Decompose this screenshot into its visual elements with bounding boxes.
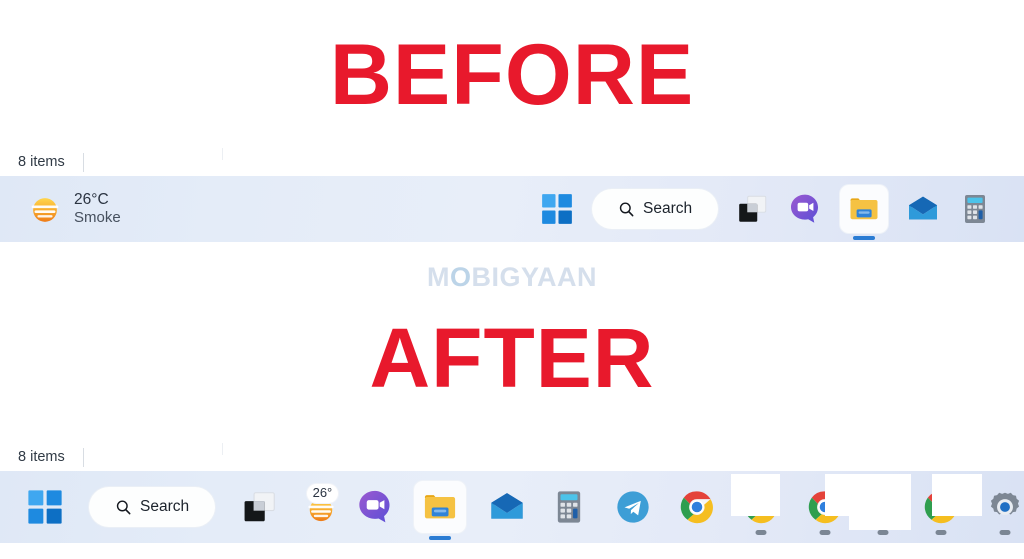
- running-indicator: [935, 530, 947, 535]
- chat-button[interactable]: [788, 192, 822, 226]
- search-pill[interactable]: Search: [592, 189, 719, 229]
- settings-button[interactable]: [986, 488, 1024, 535]
- calculator-button[interactable]: [550, 488, 588, 526]
- weather-widget-before[interactable]: 26°C Smoke: [26, 190, 121, 228]
- item-count-label-before: 8 items: [18, 154, 65, 170]
- chat-teams-icon: [359, 490, 390, 523]
- mail-icon: [909, 196, 938, 220]
- sun-haze-icon: [31, 198, 59, 222]
- search-icon: [619, 201, 634, 216]
- redaction-box-1: [731, 474, 780, 516]
- search-label: Search: [643, 200, 693, 217]
- weather-text-block: 26°C Smoke: [74, 191, 121, 227]
- running-indicator: [819, 530, 831, 535]
- mail-button[interactable]: [488, 488, 526, 526]
- taskbar-before[interactable]: 26°C Smoke Search: [0, 176, 1024, 242]
- active-indicator: [853, 235, 876, 240]
- status-tick: [222, 443, 223, 455]
- start-button[interactable]: [26, 488, 64, 526]
- taskbar-before-cluster: Search: [540, 176, 992, 242]
- search-icon: [116, 499, 131, 514]
- task-view-icon: [739, 195, 767, 222]
- file-explorer-button[interactable]: [414, 481, 467, 540]
- file-explorer-button[interactable]: [840, 185, 889, 240]
- windows-logo-icon: [542, 194, 572, 224]
- chat-teams-icon: [791, 194, 819, 223]
- caption-before: BEFORE: [329, 27, 695, 123]
- chrome-button-1[interactable]: [678, 488, 716, 526]
- watermark-text-left: M: [426, 262, 450, 292]
- redaction-box-4: [932, 474, 982, 516]
- status-bar-before: 8 items: [0, 148, 1024, 176]
- file-explorer-icon: [850, 198, 878, 220]
- caption-after: AFTER: [369, 311, 655, 405]
- status-tick: [222, 148, 223, 160]
- chrome-icon: [681, 491, 714, 524]
- watermark-text-right: BIGYAAN: [471, 262, 598, 292]
- running-indicator: [755, 530, 767, 535]
- weather-temperature-badge: 26°: [306, 484, 339, 504]
- file-explorer-icon: [425, 495, 456, 519]
- running-indicator: [877, 530, 889, 535]
- mail-button[interactable]: [906, 192, 940, 226]
- task-view-button[interactable]: [241, 488, 279, 526]
- weather-widget-after[interactable]: 26°: [303, 484, 339, 527]
- status-divider: [82, 152, 84, 172]
- redaction-box-3: [849, 474, 911, 530]
- comparison-screenshot: BEFORE 8 items 26°C Smoke Search MOBIGYA…: [0, 0, 1024, 559]
- watermark-o-glyph: O: [449, 262, 472, 292]
- windows-logo-icon: [28, 490, 62, 524]
- search-pill[interactable]: Search: [89, 487, 216, 527]
- item-count-label-after: 8 items: [18, 449, 65, 465]
- task-view-icon: [244, 492, 275, 522]
- active-indicator: [429, 535, 452, 540]
- running-indicator: [999, 530, 1011, 535]
- task-view-button[interactable]: [736, 192, 770, 226]
- status-divider: [82, 447, 84, 467]
- start-button[interactable]: [540, 192, 574, 226]
- calculator-button[interactable]: [958, 192, 992, 226]
- weather-temperature: 26°C: [74, 191, 109, 209]
- status-bar-after: 8 items: [0, 443, 1024, 471]
- calculator-icon: [965, 195, 986, 223]
- settings-gear-icon: [990, 492, 1020, 515]
- chat-button[interactable]: [356, 488, 394, 526]
- calculator-icon: [558, 491, 581, 523]
- search-label: Search: [140, 498, 190, 515]
- weather-condition: Smoke: [74, 209, 121, 227]
- telegram-icon: [617, 491, 649, 523]
- watermark: MOBIGYAAN: [0, 262, 1024, 293]
- mail-icon: [491, 493, 523, 519]
- telegram-button[interactable]: [614, 488, 652, 526]
